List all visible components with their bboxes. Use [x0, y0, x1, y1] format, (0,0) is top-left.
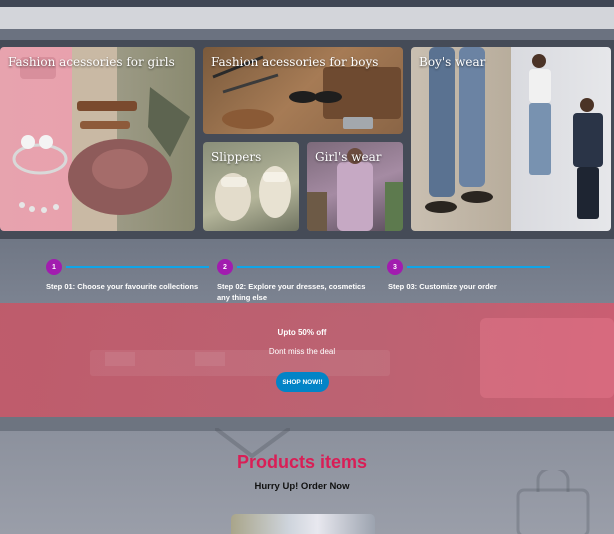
promo-title: Upto 50% off	[277, 328, 327, 337]
tile-label: Girl's wear	[315, 150, 382, 164]
step-2-text: Step 02: Explore your dresses, cosmetics…	[217, 282, 366, 302]
step-1-text: Step 01: Choose your favourite collectio…	[46, 282, 199, 291]
category-tile-girls-accessories[interactable]: Fashion acessories for girls	[0, 47, 195, 231]
tile-label: Boy's wear	[419, 55, 486, 69]
boys-wear-image	[425, 47, 603, 219]
step-3-text: Step 03: Customize your order	[388, 282, 497, 291]
header-divider	[0, 29, 614, 40]
girls-accessories-image	[12, 57, 190, 215]
tile-label: Slippers	[211, 150, 262, 164]
step-2-badge: 2	[217, 259, 233, 275]
step-3-badge: 3	[387, 259, 403, 275]
tile-label: Fashion acessories for girls	[8, 55, 175, 69]
products-subtitle: Hurry Up! Order Now	[254, 481, 350, 492]
category-tile-boys-accessories[interactable]: Fashion acessories for boys	[203, 47, 403, 134]
product-card[interactable]	[231, 514, 375, 534]
shop-now-button[interactable]: SHOP NOW!!	[276, 372, 329, 392]
header-strip	[0, 7, 614, 29]
promo-background-image	[90, 350, 390, 376]
top-bar	[0, 0, 614, 7]
step-1-badge: 1	[46, 259, 62, 275]
step-1-line	[66, 266, 209, 268]
category-tile-boys-wear[interactable]: Boy's wear	[411, 47, 611, 231]
section-divider	[0, 417, 614, 431]
shopping-bag-icon	[516, 470, 590, 534]
tile-label: Fashion acessories for boys	[211, 55, 379, 69]
products-title: Products items	[236, 452, 368, 472]
promo-subtitle: Dont miss the deal	[268, 347, 336, 356]
step-2-line	[237, 266, 380, 268]
step-3-line	[407, 266, 550, 268]
category-tile-girls-wear[interactable]: Girl's wear	[307, 142, 403, 231]
category-tile-slippers[interactable]: Slippers	[203, 142, 299, 231]
